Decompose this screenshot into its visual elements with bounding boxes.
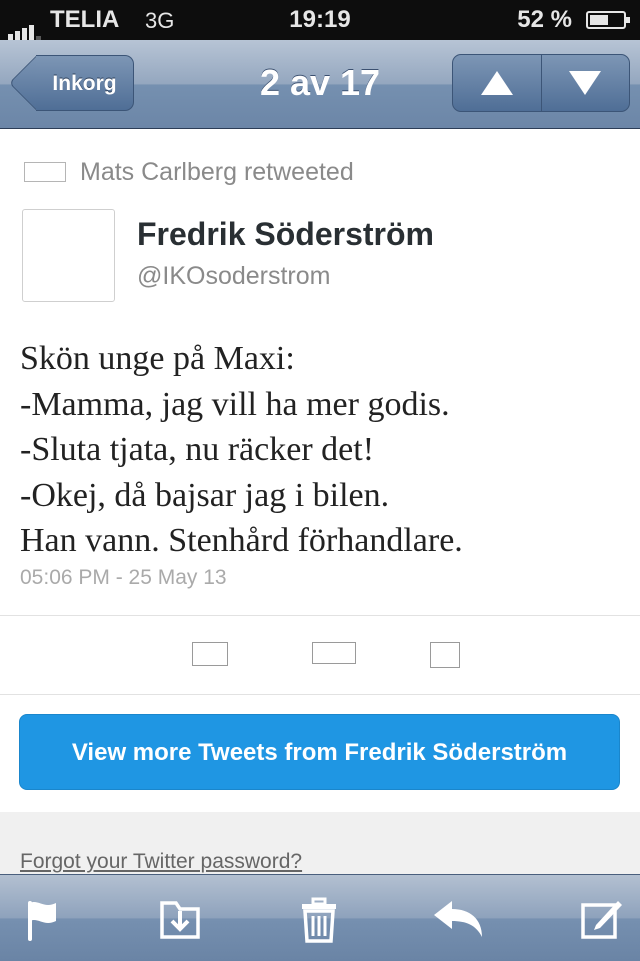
retweet-icon[interactable]: [312, 642, 356, 664]
compose-button[interactable]: [580, 897, 624, 941]
back-to-inbox-button[interactable]: Inkorg: [36, 55, 134, 111]
divider: [0, 694, 640, 695]
move-to-folder-icon: [160, 901, 200, 939]
reply-icon[interactable]: [192, 642, 228, 666]
tweet-line: -Sluta tjata, nu räcker det!: [20, 431, 375, 468]
reply-forward-button[interactable]: [430, 897, 486, 941]
move-to-folder-button[interactable]: [158, 897, 202, 941]
navigation-bar: Inkorg 2 av 17: [0, 40, 640, 129]
flag-button[interactable]: [24, 897, 68, 941]
forgot-password-link[interactable]: Forgot your Twitter password?: [20, 850, 302, 874]
tweet-line: -Mamma, jag vill ha mer godis.: [20, 385, 450, 423]
author-name[interactable]: Fredrik Söderström: [137, 216, 434, 253]
status-bar: TELIA 3G 19:19 52 %: [0, 0, 640, 40]
view-more-tweets-button[interactable]: View more Tweets from Fredrik Söderström: [19, 714, 620, 790]
compose-icon: [581, 901, 622, 939]
flag-icon: [28, 901, 56, 941]
tweet-timestamp[interactable]: 05:06 PM - 25 May 13: [20, 566, 227, 590]
arrow-down-icon: [569, 71, 601, 95]
tweet-line: Skön unge på Maxi:: [20, 340, 295, 377]
message-navigation-control: [452, 54, 630, 112]
author-avatar[interactable]: [22, 209, 115, 302]
author-handle[interactable]: @IKOsoderstrom: [137, 262, 330, 291]
arrow-up-icon: [481, 71, 513, 95]
trash-icon: [302, 897, 336, 943]
retweet-icon: [24, 162, 66, 182]
battery-icon: [586, 11, 630, 29]
next-message-button[interactable]: [541, 55, 629, 111]
retweeted-by-text: Mats Carlberg retweeted: [80, 158, 354, 186]
delete-button[interactable]: [299, 897, 343, 943]
mail-toolbar: [0, 874, 640, 961]
tweet-text: Skön unge på Maxi: -Mamma, jag vill ha m…: [20, 336, 620, 564]
tweet-line: -Okej, då bajsar jag i bilen.: [20, 476, 390, 514]
reply-icon: [434, 901, 482, 937]
divider: [0, 615, 640, 616]
previous-message-button[interactable]: [453, 55, 542, 111]
tweet-line: Han vann. Stenhård förhandlare.: [20, 522, 463, 559]
favorite-icon[interactable]: [430, 642, 460, 668]
battery-percentage: 52 %: [517, 6, 572, 33]
